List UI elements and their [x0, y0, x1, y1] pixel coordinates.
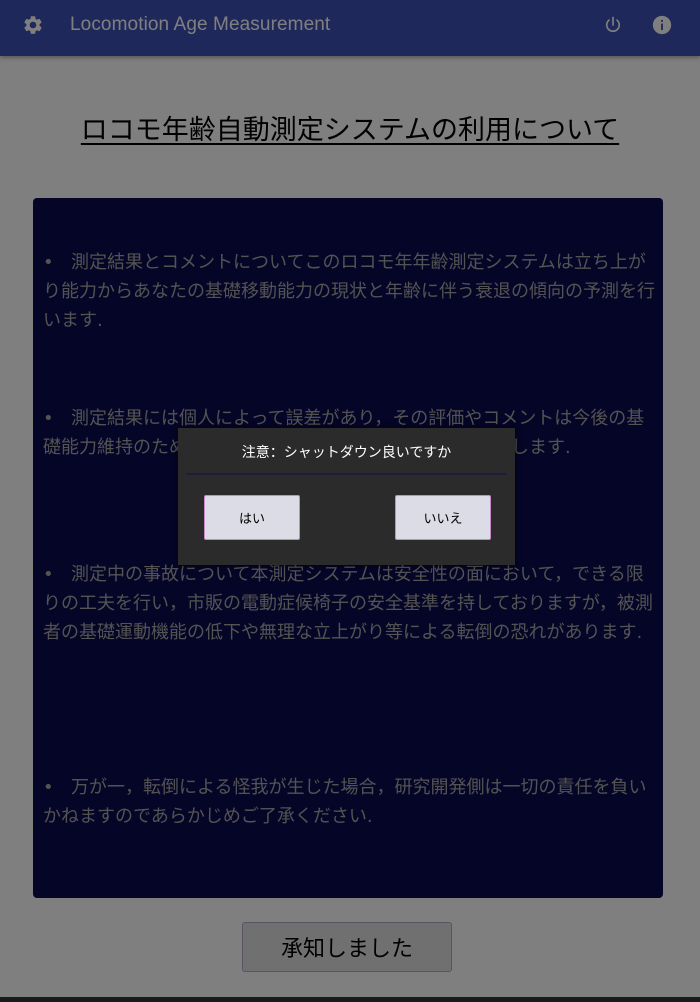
yes-button[interactable]: はい — [204, 495, 300, 540]
window-bottom-edge — [0, 997, 700, 1002]
dialog-message: 注意：シャットダウン良いですか — [241, 445, 452, 461]
shutdown-confirm-dialog: 注意：シャットダウン良いですか はい いいえ — [178, 428, 515, 565]
dialog-divider — [186, 473, 507, 475]
no-button[interactable]: いいえ — [395, 495, 491, 540]
